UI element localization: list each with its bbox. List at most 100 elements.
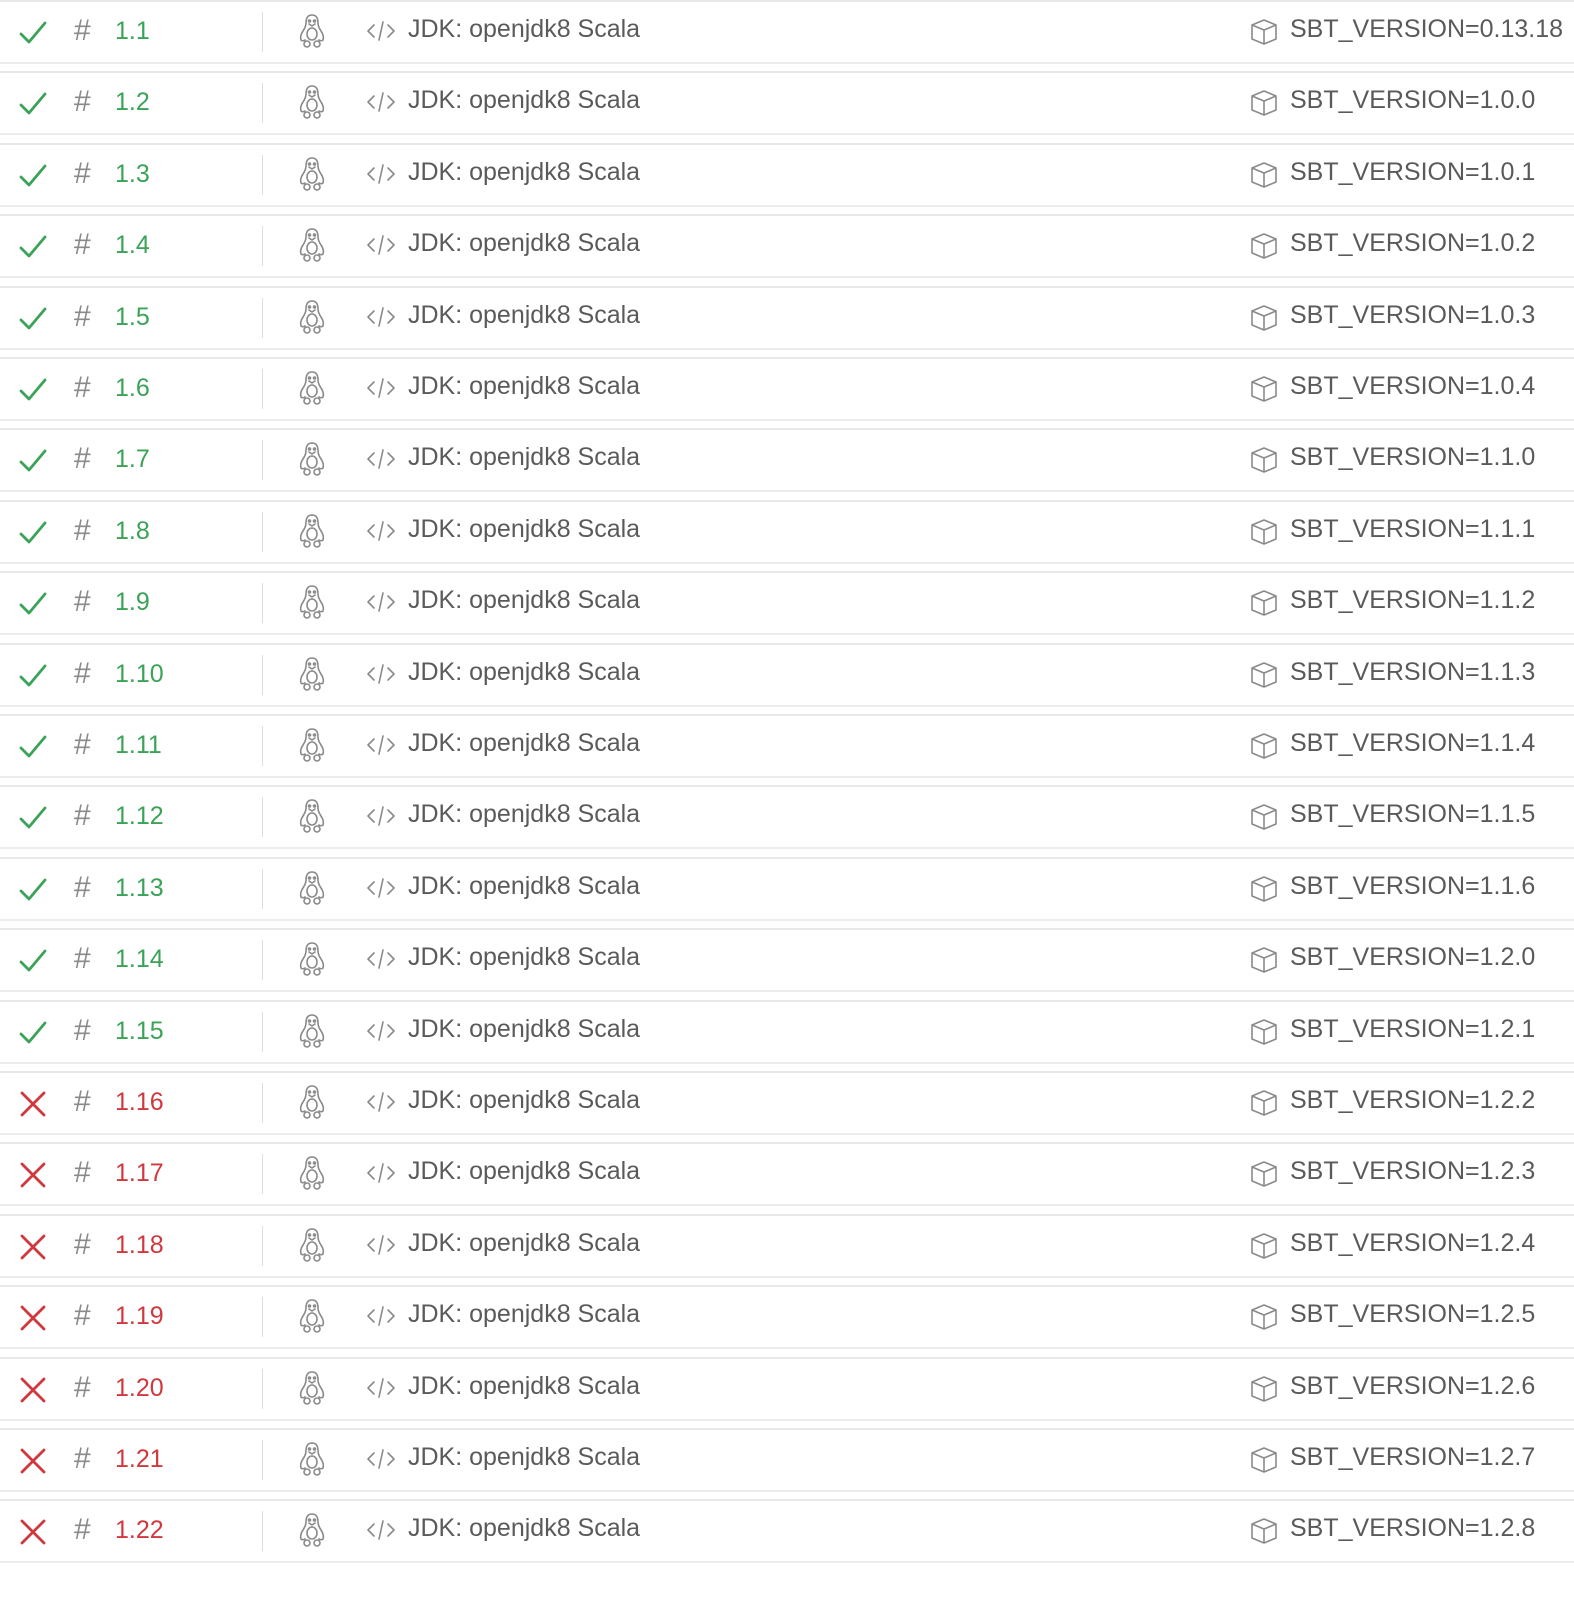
job-number[interactable]: 1.8	[115, 516, 150, 546]
column-divider	[262, 940, 263, 981]
env-variable-label: SBT_VERSION=1.2.5	[1290, 1300, 1536, 1329]
job-number[interactable]: 1.2	[115, 87, 150, 117]
env-variable-label: SBT_VERSION=1.1.4	[1290, 729, 1536, 757]
hash-icon: #	[74, 799, 91, 833]
job-number[interactable]: 1.22	[115, 1515, 164, 1545]
language-label: JDK: openjdk8 Scala	[408, 586, 641, 615]
code-icon	[366, 377, 396, 399]
job-row-1-3[interactable]: # 1.3 JDK: openjdk8 Scala SBT_VERSION=1.…	[0, 142, 1574, 215]
build-jobs-list: # 1.1 JDK: openjdk8 Scala SBT_VERSION=0.…	[0, 0, 1574, 1624]
job-number[interactable]: 1.6	[115, 373, 150, 403]
package-cube-icon	[1249, 1159, 1279, 1189]
job-row-1-8[interactable]: # 1.8 JDK: openjdk8 Scala SBT_VERSION=1.…	[0, 499, 1574, 572]
column-divider	[262, 440, 263, 481]
env-variable-label: SBT_VERSION=1.2.6	[1290, 1371, 1536, 1400]
job-number[interactable]: 1.1	[115, 16, 150, 46]
job-number[interactable]: 1.3	[115, 159, 150, 189]
package-cube-icon	[1249, 445, 1279, 475]
job-row-1-13[interactable]: # 1.13 JDK: openjdk8 Scala SBT_VERSION=1…	[0, 856, 1574, 929]
job-row-1-18[interactable]: # 1.18 JDK: openjdk8 Scala SBT_VERSION=1…	[0, 1213, 1574, 1286]
language-label: JDK: openjdk8 Scala	[408, 871, 641, 900]
check-icon	[18, 803, 48, 833]
check-icon	[18, 161, 48, 191]
language-label: JDK: openjdk8 Scala	[408, 943, 641, 972]
job-number[interactable]: 1.7	[115, 444, 150, 474]
hash-icon: #	[74, 1513, 91, 1547]
job-number[interactable]: 1.13	[115, 873, 164, 903]
hash-icon: #	[74, 228, 91, 262]
code-icon	[366, 306, 396, 328]
hash-icon: #	[74, 1299, 91, 1333]
check-icon	[18, 661, 48, 691]
column-divider	[262, 511, 263, 552]
job-row-1-10[interactable]: # 1.10 JDK: openjdk8 Scala SBT_VERSION=1…	[0, 642, 1574, 715]
job-number[interactable]: 1.11	[115, 730, 162, 760]
language-label: JDK: openjdk8 Scala	[408, 86, 641, 115]
linux-penguin-icon	[297, 299, 327, 335]
job-row-1-14[interactable]: # 1.14 JDK: openjdk8 Scala SBT_VERSION=1…	[0, 928, 1574, 1000]
check-icon	[18, 875, 48, 905]
job-row-1-17[interactable]: # 1.17 JDK: openjdk8 Scala SBT_VERSION=1…	[0, 1142, 1574, 1214]
job-row-1-1[interactable]: # 1.1 JDK: openjdk8 Scala SBT_VERSION=0.…	[0, 0, 1574, 72]
hash-icon: #	[74, 1442, 91, 1475]
job-row-1-21[interactable]: # 1.21 JDK: openjdk8 Scala SBT_VERSION=1…	[0, 1428, 1574, 1500]
job-number[interactable]: 1.14	[115, 944, 164, 974]
job-number[interactable]: 1.18	[115, 1230, 164, 1260]
job-number[interactable]: 1.5	[115, 302, 150, 332]
column-divider	[262, 868, 263, 909]
job-number[interactable]: 1.19	[115, 1301, 164, 1331]
package-cube-icon	[1249, 17, 1279, 47]
code-icon	[366, 1519, 396, 1541]
column-divider	[262, 1440, 263, 1480]
code-icon	[366, 20, 396, 42]
package-cube-icon	[1249, 1516, 1279, 1546]
job-number[interactable]: 1.12	[115, 801, 164, 831]
job-row-1-6[interactable]: # 1.6 JDK: openjdk8 Scala SBT_VERSION=1.…	[0, 357, 1574, 429]
linux-penguin-icon	[297, 13, 327, 49]
code-icon	[366, 1377, 396, 1399]
job-row-1-4[interactable]: # 1.4 JDK: openjdk8 Scala SBT_VERSION=1.…	[0, 214, 1574, 286]
hash-icon: #	[74, 1227, 91, 1261]
check-icon	[18, 1018, 48, 1048]
code-icon	[366, 1162, 396, 1184]
hash-icon: #	[74, 1013, 91, 1047]
env-variable-label: SBT_VERSION=1.1.2	[1290, 586, 1536, 615]
package-cube-icon	[1249, 660, 1279, 690]
job-row-1-19[interactable]: # 1.19 JDK: openjdk8 Scala SBT_VERSION=1…	[0, 1285, 1574, 1357]
job-row-1-12[interactable]: # 1.12 JDK: openjdk8 Scala SBT_VERSION=1…	[0, 785, 1574, 857]
check-icon	[18, 304, 48, 334]
job-row-1-20[interactable]: # 1.20 JDK: openjdk8 Scala SBT_VERSION=1…	[0, 1356, 1574, 1429]
env-variable-label: SBT_VERSION=1.0.0	[1290, 86, 1536, 115]
job-row-1-11[interactable]: # 1.11 JDK: openjdk8 Scala SBT_VERSION=1…	[0, 714, 1574, 786]
cross-icon	[18, 1232, 48, 1262]
linux-penguin-icon	[297, 870, 327, 906]
env-variable-label: SBT_VERSION=1.2.7	[1290, 1443, 1536, 1471]
hash-icon: #	[74, 728, 91, 761]
column-divider	[262, 1225, 263, 1266]
job-number[interactable]: 1.20	[115, 1373, 164, 1403]
env-variable-label: SBT_VERSION=1.1.3	[1290, 657, 1536, 686]
cross-icon	[18, 1446, 48, 1476]
check-icon	[18, 89, 48, 119]
job-number[interactable]: 1.9	[115, 587, 150, 617]
column-divider	[262, 1083, 263, 1123]
job-number[interactable]: 1.4	[115, 230, 150, 260]
job-number[interactable]: 1.21	[115, 1444, 164, 1474]
job-number[interactable]: 1.15	[115, 1016, 164, 1046]
job-row-1-16[interactable]: # 1.16 JDK: openjdk8 Scala SBT_VERSION=1…	[0, 1071, 1574, 1143]
column-divider	[262, 1154, 263, 1195]
job-row-1-7[interactable]: # 1.7 JDK: openjdk8 Scala SBT_VERSION=1.…	[0, 428, 1574, 500]
language-label: JDK: openjdk8 Scala	[408, 1014, 641, 1043]
job-row-1-2[interactable]: # 1.2 JDK: openjdk8 Scala SBT_VERSION=1.…	[0, 71, 1574, 143]
job-number[interactable]: 1.17	[115, 1158, 164, 1188]
language-label: JDK: openjdk8 Scala	[408, 1086, 641, 1114]
job-row-1-22[interactable]: # 1.22 JDK: openjdk8 Scala SBT_VERSION=1…	[0, 1499, 1574, 1571]
job-row-1-9[interactable]: # 1.9 JDK: openjdk8 Scala SBT_VERSION=1.…	[0, 571, 1574, 643]
job-row-1-15[interactable]: # 1.15 JDK: openjdk8 Scala SBT_VERSION=1…	[0, 999, 1574, 1072]
job-number[interactable]: 1.16	[115, 1087, 164, 1117]
column-divider	[262, 1511, 263, 1552]
language-label: JDK: openjdk8 Scala	[408, 1228, 641, 1257]
job-row-1-5[interactable]: # 1.5 JDK: openjdk8 Scala SBT_VERSION=1.…	[0, 285, 1574, 358]
job-number[interactable]: 1.10	[115, 659, 164, 689]
language-label: JDK: openjdk8 Scala	[408, 800, 641, 829]
